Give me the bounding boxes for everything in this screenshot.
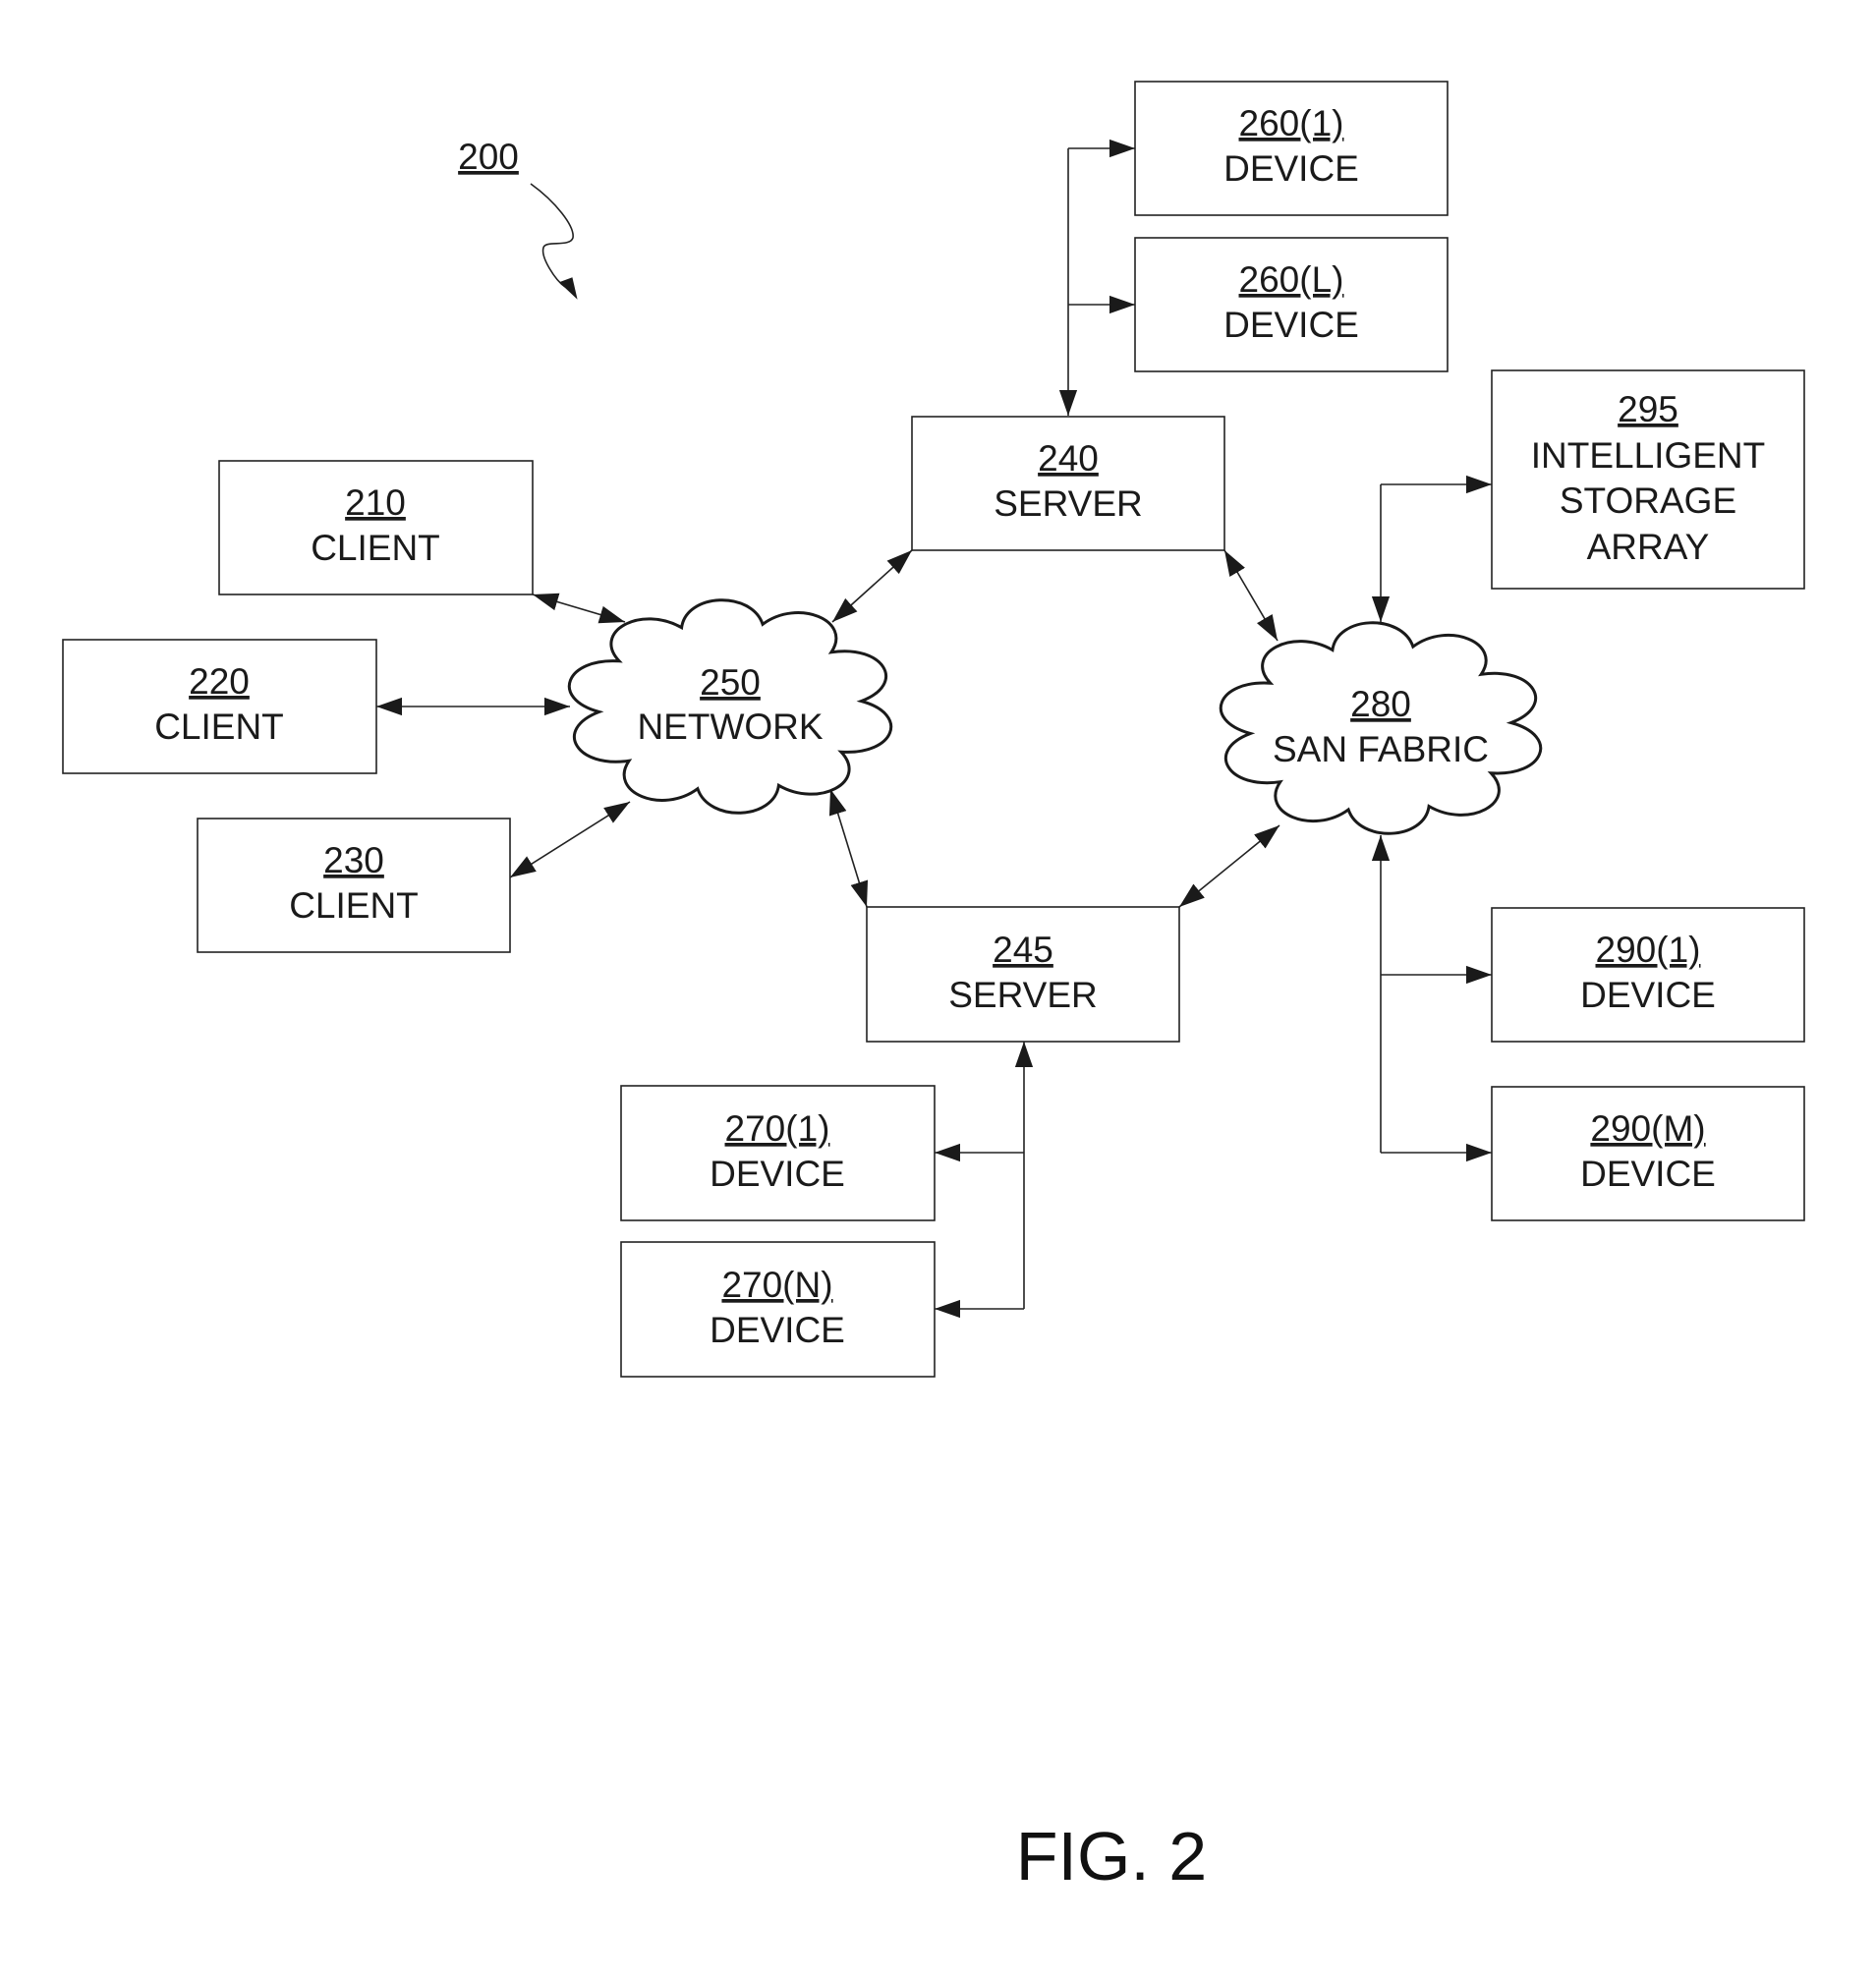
storage-295-box[interactable]: 295 INTELLIGENT STORAGE ARRAY — [1491, 369, 1805, 590]
arrow-245-280 — [1178, 824, 1280, 908]
server-240-ref: 240 — [1038, 438, 1099, 479]
san-fabric-cloud[interactable]: 280 SAN FABRIC — [1219, 621, 1543, 835]
device-260-1-ref: 260(1) — [1239, 103, 1344, 143]
device-260-L-ref: 260(L) — [1239, 259, 1344, 300]
device-290-1-ref: 290(1) — [1596, 930, 1701, 970]
client-210-label: CLIENT — [311, 528, 440, 568]
server-245-box[interactable]: 245 SERVER — [866, 906, 1180, 1043]
storage-295-label-line2: STORAGE — [1560, 481, 1736, 521]
device-270-N-ref: 270(N) — [721, 1265, 832, 1305]
device-260-L-label: DEVICE — [1223, 305, 1359, 345]
client-230-label: CLIENT — [289, 885, 419, 926]
arrow-250-245 — [828, 788, 869, 908]
san-cloud-shape — [1219, 621, 1543, 835]
client-230-ref: 230 — [323, 840, 384, 880]
arrow-240-280 — [1223, 549, 1279, 642]
storage-295-label-line1: INTELLIGENT — [1531, 435, 1766, 476]
device-270-1-label: DEVICE — [710, 1154, 845, 1194]
network-ref: 250 — [700, 662, 761, 703]
client-210-ref: 210 — [345, 482, 406, 523]
device-260-L-box[interactable]: 260(L) DEVICE — [1134, 237, 1449, 372]
server-240-label: SERVER — [994, 483, 1143, 524]
client-220-label: CLIENT — [154, 707, 284, 747]
server-245-label: SERVER — [948, 975, 1098, 1015]
device-270-1-box[interactable]: 270(1) DEVICE — [620, 1085, 936, 1221]
server-245-ref: 245 — [993, 930, 1053, 970]
figure-reference-label: 200 — [458, 137, 519, 177]
diagram-canvas: 200 250 NETWORK 280 SAN FABRIC 260(1) DE… — [62, 81, 1805, 1894]
device-260-1-box[interactable]: 260(1) DEVICE — [1134, 81, 1449, 216]
device-290-M-ref: 290(M) — [1590, 1108, 1705, 1149]
san-label: SAN FABRIC — [1273, 729, 1489, 769]
device-270-N-label: DEVICE — [710, 1310, 845, 1350]
arrow-240-250 — [831, 549, 913, 623]
network-label: NETWORK — [637, 707, 823, 747]
storage-295-label-line3: ARRAY — [1587, 527, 1710, 567]
arrow-230-250 — [509, 801, 631, 878]
figure-caption: FIG. 2 — [1016, 1818, 1207, 1894]
server-240-box[interactable]: 240 SERVER — [911, 416, 1225, 551]
device-270-N-box[interactable]: 270(N) DEVICE — [620, 1241, 936, 1378]
client-220-box[interactable]: 220 CLIENT — [62, 639, 377, 774]
device-290-1-box[interactable]: 290(1) DEVICE — [1491, 907, 1805, 1043]
figure-reference-squiggle — [530, 183, 574, 288]
arrow-210-250 — [532, 593, 626, 624]
device-290-M-label: DEVICE — [1580, 1154, 1716, 1194]
figure-reference-arrowhead-icon — [558, 277, 578, 300]
device-290-1-label: DEVICE — [1580, 975, 1716, 1015]
device-270-1-ref: 270(1) — [725, 1108, 830, 1149]
san-ref: 280 — [1350, 684, 1411, 724]
client-210-box[interactable]: 210 CLIENT — [218, 460, 534, 595]
client-230-box[interactable]: 230 CLIENT — [197, 818, 511, 953]
storage-295-ref: 295 — [1618, 389, 1678, 429]
network-cloud[interactable]: 250 NETWORK — [567, 598, 893, 815]
client-220-ref: 220 — [189, 661, 250, 702]
device-290-M-box[interactable]: 290(M) DEVICE — [1491, 1086, 1805, 1221]
device-260-1-label: DEVICE — [1223, 148, 1359, 189]
